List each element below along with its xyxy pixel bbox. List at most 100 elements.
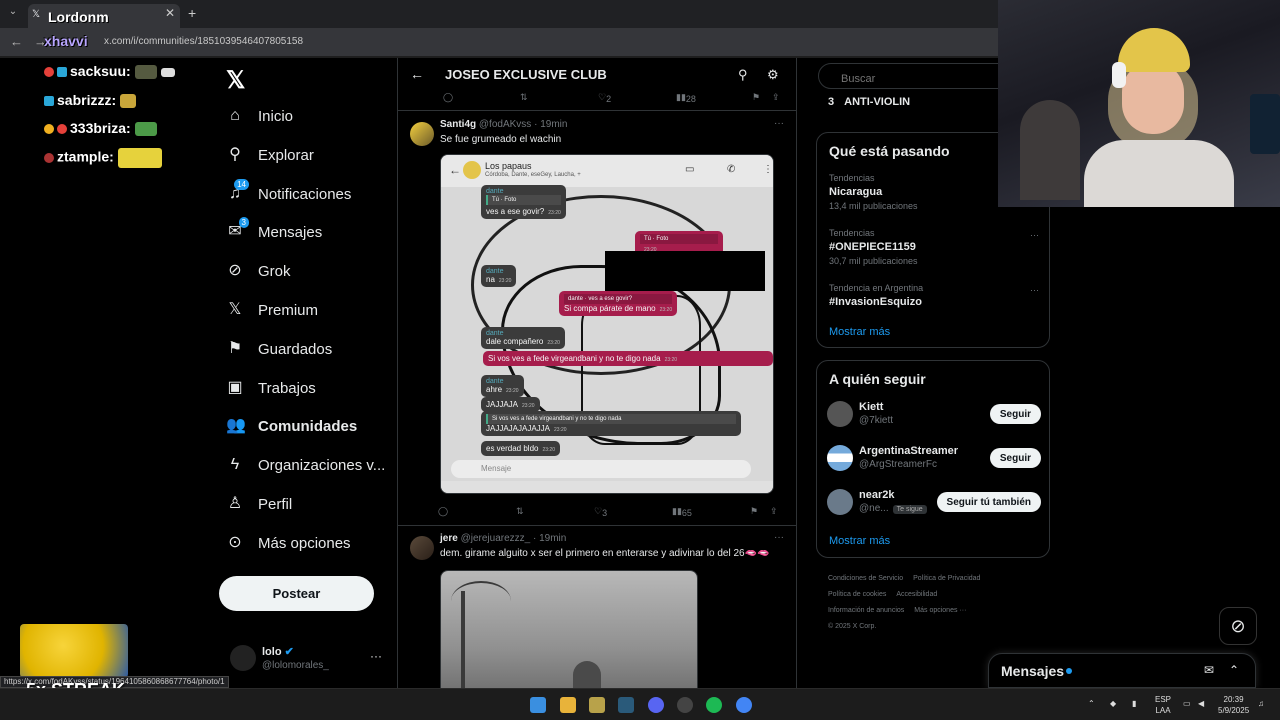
footer-link[interactable]: Accesibilidad	[896, 591, 937, 598]
messages-drawer[interactable]: Mensajes ✉ ⌃	[988, 653, 1256, 688]
tab-close-icon[interactable]: ✕	[165, 6, 175, 20]
chat-message: Si vos ves a fede virgeandbani y no te d…	[481, 411, 741, 436]
more-dots-icon[interactable]: ···	[774, 532, 784, 543]
nav-item-guardados[interactable]: ⚑ Guardados	[226, 334, 332, 364]
trend-item[interactable]: Tendencias #ONEPIECE1159 30,7 mil public…	[829, 228, 1039, 266]
more-dots-icon[interactable]: ···	[1030, 230, 1039, 240]
clock[interactable]: 20:39 5/9/2025	[1218, 694, 1249, 716]
notification-bell-icon[interactable]: ♫	[1258, 698, 1264, 709]
network-icon[interactable]: ▭	[1183, 698, 1191, 709]
x-logo-icon[interactable]: 𝕏	[226, 66, 245, 95]
lightning-icon: ϟ	[230, 456, 240, 473]
footer-link[interactable]: Información de anuncios	[828, 607, 904, 614]
x-favicon-icon: 𝕏	[32, 9, 41, 20]
streamer-face	[1122, 62, 1184, 134]
nav-item-mensajes[interactable]: ✉ 3 Mensajes	[226, 217, 322, 247]
trend-item[interactable]: Tendencia en Argentina #InvasionEsquizo …	[829, 283, 1039, 308]
stream-chat-line: sabrizzz:	[44, 92, 137, 109]
community-rank-item[interactable]: 3 ANTI-VIOLIN	[828, 96, 910, 108]
like-button[interactable]: ♡ 3	[594, 506, 607, 518]
more-dots-icon[interactable]: ···	[370, 649, 382, 663]
chat-header	[441, 155, 773, 187]
mail-icon: ✉ 3	[226, 217, 249, 241]
microphone-icon[interactable]: ▮	[1132, 698, 1136, 709]
show-more-link[interactable]: Mostrar más	[829, 535, 890, 547]
reply-icon[interactable]: ◯	[438, 506, 448, 517]
footer-link[interactable]: Política de Privacidad	[913, 575, 980, 582]
more-dots-icon[interactable]: ···	[1030, 285, 1039, 295]
nav-item-comunidades[interactable]: 👥 Comunidades	[226, 411, 357, 441]
more-dots-icon[interactable]: ···	[774, 118, 784, 129]
nav-item-inicio[interactable]: ⌂ Inicio	[226, 101, 293, 131]
tweet-image[interactable]	[440, 570, 698, 688]
volume-icon[interactable]: ◀	[1198, 698, 1204, 709]
stream-overlay-name: xhavvi	[44, 33, 88, 49]
app-icon[interactable]	[589, 697, 605, 713]
bookmark-icon[interactable]: ⚑	[752, 92, 760, 103]
nav-item-premium[interactable]: 𝕏 Premium	[226, 295, 318, 325]
browser-tab[interactable]: 𝕏 Lordonm	[28, 4, 180, 28]
tab-search-menu-icon[interactable]: ⌄	[4, 6, 22, 22]
share-icon[interactable]: ⇪	[770, 506, 778, 517]
chat-user: sacksuu:	[70, 63, 131, 79]
show-more-link[interactable]: Mostrar más	[829, 326, 890, 338]
views-count[interactable]: ▮▮ 28	[676, 92, 696, 104]
who-to-follow-card: A quién seguir Kiett @7kiett Seguir Arge…	[816, 360, 1050, 558]
nav-item-trabajos[interactable]: ▣ Trabajos	[226, 373, 315, 403]
discord-icon[interactable]	[648, 697, 664, 713]
nav-item-organizaciones[interactable]: ϟ Organizaciones v...	[226, 450, 386, 480]
bookmark-icon[interactable]: ⚑	[750, 506, 758, 517]
footer-link[interactable]: Política de cookies	[828, 591, 886, 598]
nav-item-grok[interactable]: ⊘ Grok	[226, 256, 290, 286]
follow-suggestion[interactable]: Kiett @7kiett Seguir	[827, 399, 1041, 433]
tweet[interactable]: Santi4g @fodAKvss · 19min ··· Se fue gru…	[398, 114, 796, 526]
post-button[interactable]: Postear	[219, 576, 374, 611]
nav-item-perfil[interactable]: ♙ Perfil	[226, 489, 292, 519]
nav-item-explorar[interactable]: ⚲ Explorar	[226, 140, 314, 170]
gear-icon[interactable]: ⚙	[767, 67, 779, 83]
chat-members: Córdoba, Dante, eseGey, Laucha, +	[485, 172, 581, 178]
new-message-icon[interactable]: ✉	[1204, 663, 1214, 677]
nav-item-notificaciones[interactable]: ♫ 14 Notificaciones	[226, 179, 351, 209]
follow-suggestion[interactable]: ArgentinaStreamer @ArgStreamerFc Seguir	[827, 443, 1041, 477]
follow-button[interactable]: Seguir	[989, 448, 1041, 468]
obs-icon[interactable]	[677, 697, 693, 713]
group-avatar	[463, 161, 481, 179]
back-arrow-icon[interactable]: ←	[10, 34, 23, 49]
file-explorer-icon[interactable]	[560, 697, 576, 713]
avatar	[827, 489, 853, 515]
trends-title: Qué está pasando	[829, 143, 950, 159]
nav-item-mas-opciones[interactable]: ⊙ Más opciones	[226, 528, 350, 558]
footer-link[interactable]: Más opciones ···	[914, 607, 966, 614]
retweet-icon[interactable]: ⇅	[520, 92, 528, 103]
chevron-up-icon[interactable]: ⌃	[1229, 663, 1239, 677]
streamer-beanie	[1118, 28, 1190, 72]
new-tab-icon[interactable]: +	[188, 5, 196, 21]
back-arrow-icon[interactable]: ←	[410, 66, 424, 82]
follow-back-button[interactable]: Seguir tú también	[936, 492, 1041, 512]
follow-suggestion[interactable]: near2k @ne... Te sigue Seguir tú también	[827, 487, 1041, 521]
url-field[interactable]: x.com/i/communities/1851039546407805158	[104, 36, 303, 47]
community-timeline: ← JOSEO EXCLUSIVE CLUB ⚲ ⚙ ◯ ⇅ ♡ 2 ▮▮ 28…	[397, 58, 797, 688]
steam-icon[interactable]	[618, 697, 634, 713]
views-count[interactable]: ▮▮ 65	[672, 506, 692, 518]
share-icon[interactable]: ⇪	[772, 92, 780, 103]
tweet-image[interactable]: ← Los papaus Córdoba, Dante, eseGey, Lau…	[440, 154, 774, 494]
chat-message: dante na 23:20	[481, 265, 517, 287]
language-indicator[interactable]: ESP LAA	[1155, 694, 1171, 716]
like-button[interactable]: ♡ 2	[598, 92, 611, 104]
windows-start-icon[interactable]	[530, 697, 546, 713]
follow-button[interactable]: Seguir	[989, 404, 1041, 424]
tray-app-icon[interactable]: ◆	[1110, 698, 1116, 709]
footer-link[interactable]: Condiciones de Servicio	[828, 575, 903, 582]
tray-chevron-icon[interactable]: ⌃	[1088, 698, 1095, 709]
tweet[interactable]: jere @jerejuarezzz_ · 19min ··· dem. gir…	[398, 528, 796, 688]
account-switcher[interactable]: lolo ✔ @lolomorales_ ···	[230, 643, 395, 683]
chrome-icon[interactable]	[736, 697, 752, 713]
retweet-icon[interactable]: ⇅	[516, 506, 524, 517]
search-icon: ⚲	[229, 146, 241, 163]
reply-icon[interactable]: ◯	[443, 92, 453, 103]
spotify-icon[interactable]	[706, 697, 722, 713]
grok-icon[interactable]: ⊘	[1219, 607, 1257, 645]
search-icon[interactable]: ⚲	[738, 67, 748, 83]
